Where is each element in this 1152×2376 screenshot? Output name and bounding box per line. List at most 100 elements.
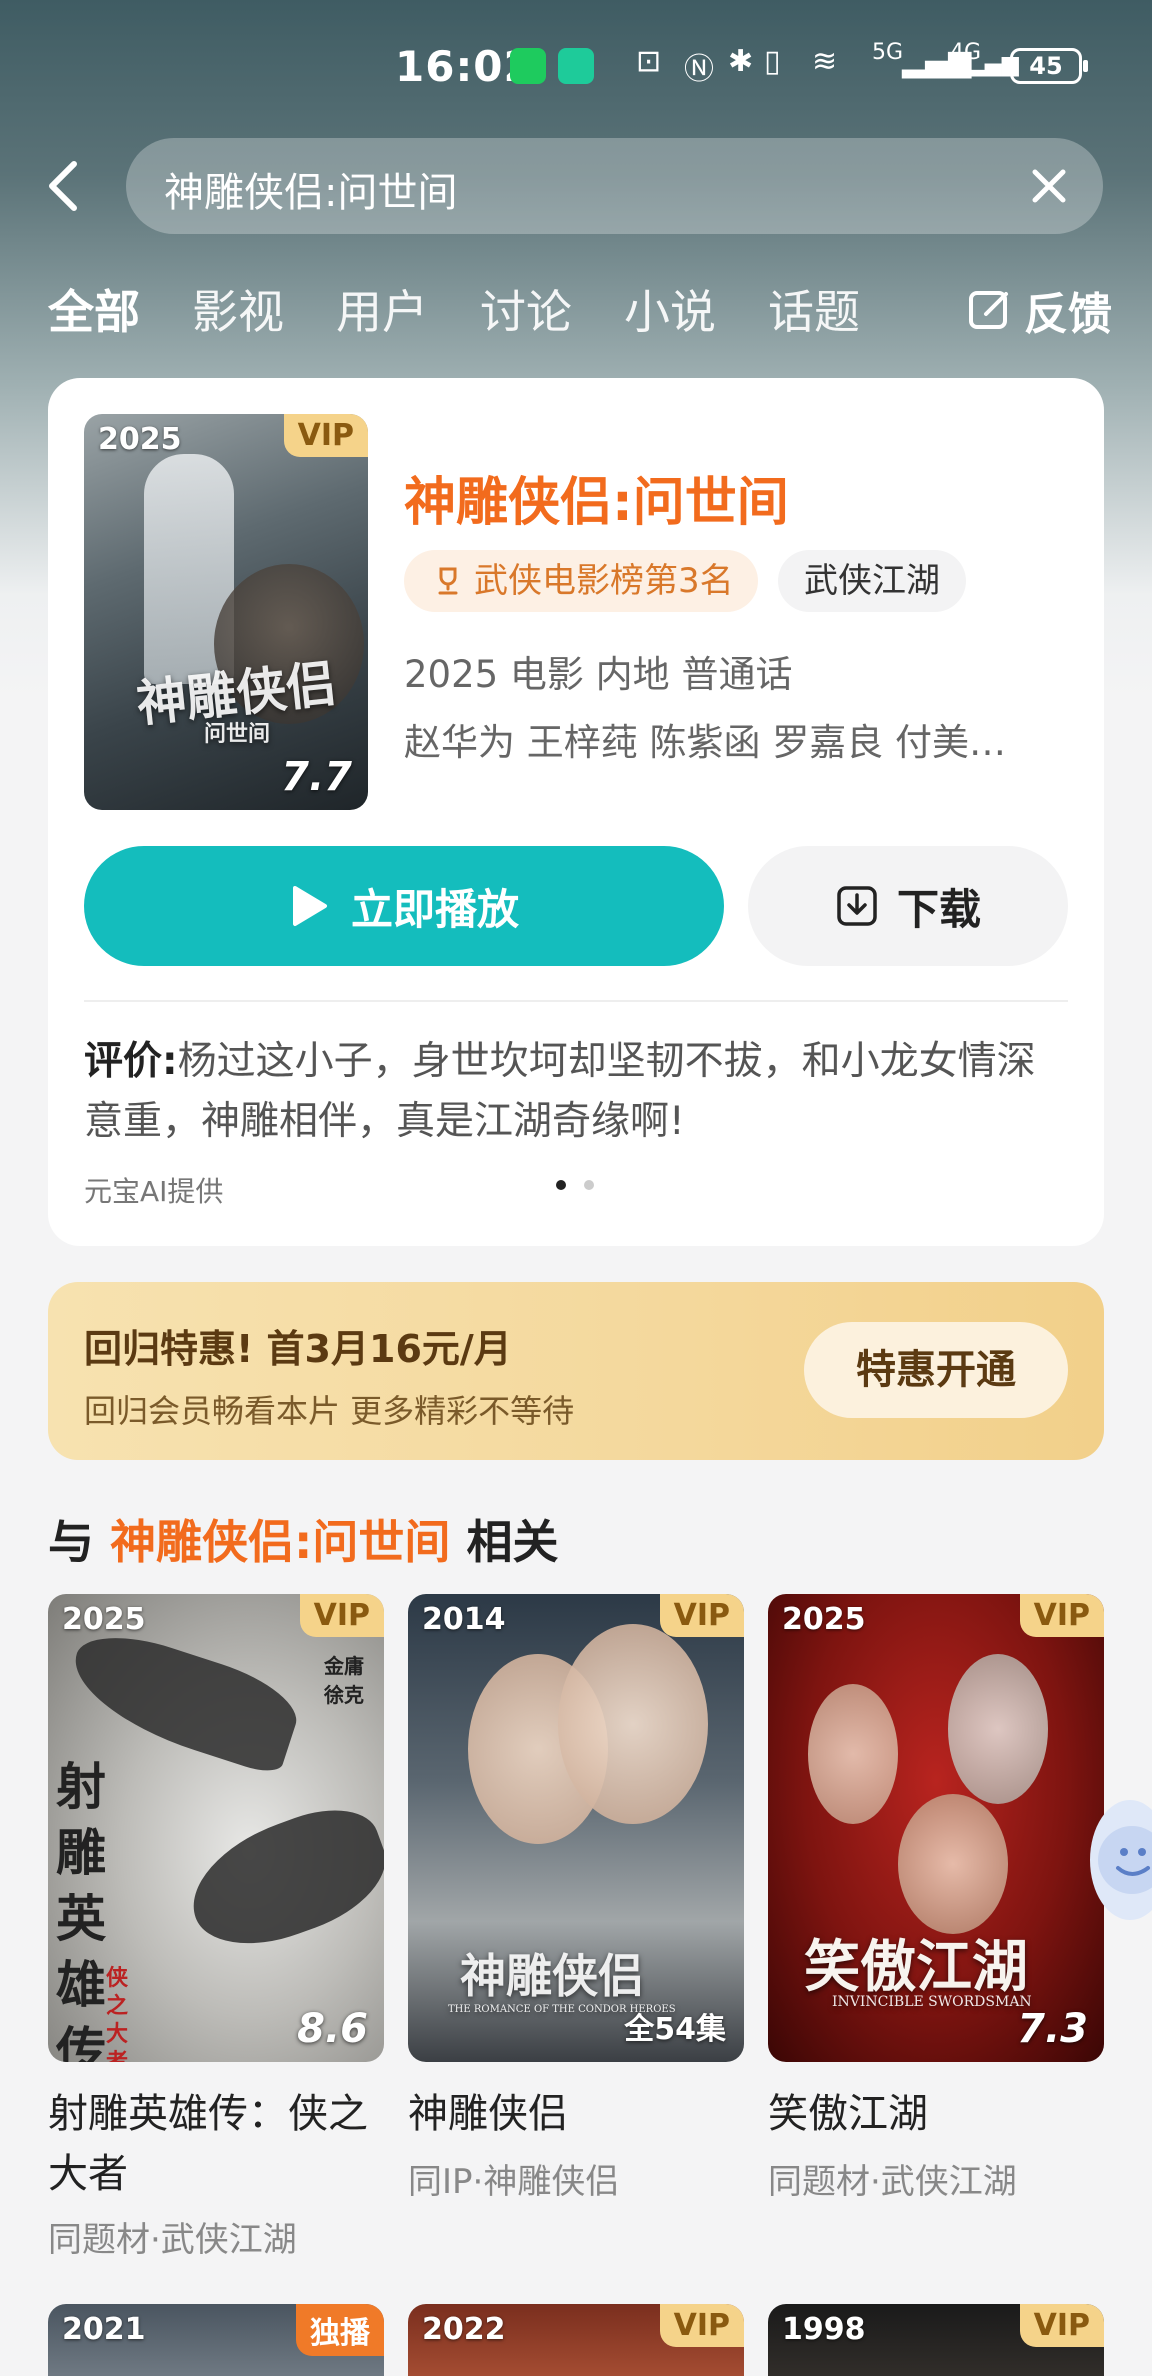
related-poster-1[interactable]: 射雕英雄传 侠之大者 金庸 徐克 2025 VIP 8.6 bbox=[48, 1594, 384, 2062]
poster-figure-3 bbox=[898, 1794, 1008, 1934]
poster-score: 7.7 bbox=[281, 754, 352, 800]
vip-badge: VIP bbox=[1019, 2304, 1104, 2347]
trophy-icon bbox=[438, 567, 458, 595]
related-section-title: 与 神雕侠侣:问世间 相关 bbox=[48, 1506, 558, 1572]
genre-tag[interactable]: 武侠江湖 bbox=[778, 550, 966, 612]
poster-year: 2021 bbox=[62, 2312, 146, 2347]
poster-year: 1998 bbox=[782, 2312, 866, 2347]
poster-face-2 bbox=[558, 1624, 708, 1824]
vip-badge: VIP bbox=[283, 414, 368, 457]
poster-episodes: 全54集 bbox=[624, 2012, 726, 2047]
tab-discussion[interactable]: 讨论 bbox=[480, 276, 572, 342]
poster-credit: 金庸 徐克 bbox=[324, 1654, 364, 1707]
play-now-button[interactable]: 立即播放 bbox=[84, 846, 724, 966]
membership-promo-banner[interactable]: 回归特惠! 首3月16元/月 回归会员畅看本片 更多精彩不等待 特惠开通 bbox=[48, 1282, 1104, 1460]
related-name-1[interactable]: 射雕英雄传：侠之 大者 bbox=[48, 2084, 388, 2204]
status-bar: 16:02 ⊡ Ⓝ ✱ ▯ ≋ 5G ▂▄▆ 4G ▂▄▆ 45 bbox=[0, 36, 1152, 96]
cast-icon: ⊡ bbox=[636, 44, 662, 79]
poster-calligraphy: 神雕侠侣 bbox=[460, 1949, 644, 2003]
signal-5g-icon: 5G bbox=[872, 40, 904, 65]
related-prefix: 与 bbox=[48, 1515, 94, 1569]
related-name-line1: 射雕英雄传：侠之 bbox=[48, 2091, 368, 2137]
related-name-2[interactable]: 神雕侠侣 bbox=[408, 2084, 568, 2144]
poster-year: 2014 bbox=[422, 1602, 506, 1637]
poster-year: 2025 bbox=[62, 1602, 146, 1637]
related-name-line2: 大者 bbox=[48, 2151, 128, 2197]
related-poster-3[interactable]: 笑傲江湖 INVINCIBLE SWORDSMAN 2025 VIP 7.3 bbox=[768, 1594, 1104, 2062]
download-label: 下载 bbox=[896, 884, 981, 934]
poster-subtitle: 问世间 bbox=[204, 721, 271, 747]
vip-badge: VIP bbox=[659, 2304, 744, 2347]
tab-users[interactable]: 用户 bbox=[336, 276, 428, 342]
vibrate-icon: ▯ bbox=[764, 44, 781, 79]
promo-subtitle: 回归会员畅看本片 更多精彩不等待 bbox=[84, 1392, 575, 1430]
result-title[interactable]: 神雕侠侣:问世间 bbox=[404, 460, 789, 535]
carousel-dot bbox=[584, 1180, 594, 1190]
related-poster-2[interactable]: 神雕侠侣 THE ROMANCE OF THE CONDOR HEROES 20… bbox=[408, 1594, 744, 2062]
related-sub-2: 同IP·神雕侠侣 bbox=[408, 2162, 620, 2202]
main-poster[interactable]: 神雕侠侣 问世间 2025 VIP 7.7 bbox=[84, 414, 368, 810]
poster-figure-1 bbox=[808, 1684, 898, 1824]
card-divider bbox=[84, 1000, 1068, 1002]
tab-video[interactable]: 影视 bbox=[192, 276, 284, 342]
result-cast: 赵华为 王梓莼 陈紫函 罗嘉良 付美… bbox=[404, 721, 1007, 764]
review-source: 元宝AI提供 bbox=[84, 1175, 224, 1208]
download-icon bbox=[837, 886, 877, 926]
clear-search-button[interactable] bbox=[1025, 162, 1073, 210]
ai-review: 评价:杨过这小子，身世坎坷却坚韧不拔，和小龙女情深意重，神雕相伴，真是江湖奇缘啊… bbox=[84, 1032, 1074, 1152]
related-sub-1: 同题材·武侠江湖 bbox=[48, 2220, 297, 2260]
poster-year: 2025 bbox=[782, 1602, 866, 1637]
download-button[interactable]: 下载 bbox=[748, 846, 1068, 966]
carousel-dots bbox=[556, 1180, 594, 1190]
vip-badge: VIP bbox=[299, 1594, 384, 1637]
chevron-left-icon bbox=[49, 161, 77, 211]
related-poster-5[interactable]: 2022 VIP bbox=[408, 2304, 744, 2376]
related-suffix: 相关 bbox=[466, 1515, 559, 1569]
poster-wing-bottom bbox=[175, 1793, 384, 1965]
promo-title: 回归特惠! 首3月16元/月 bbox=[84, 1327, 512, 1371]
floating-assistant-icon[interactable] bbox=[1090, 1800, 1152, 1920]
bluetooth-icon: ✱ bbox=[728, 44, 754, 79]
related-keyword: 神雕侠侣:问世间 bbox=[110, 1515, 451, 1569]
poster-score: 8.6 bbox=[297, 2006, 368, 2052]
tab-all[interactable]: 全部 bbox=[48, 276, 140, 342]
related-sub-3: 同题材·武侠江湖 bbox=[768, 2162, 1017, 2202]
poster-year: 2025 bbox=[98, 422, 182, 457]
main-result-card[interactable]: 神雕侠侣 问世间 2025 VIP 7.7 神雕侠侣:问世间 武侠电影榜第3名 … bbox=[48, 378, 1104, 1246]
category-tabs: 全部 影视 用户 讨论 小说 话题 反馈 bbox=[0, 272, 1152, 342]
vip-badge: VIP bbox=[659, 1594, 744, 1637]
promo-activate-button[interactable]: 特惠开通 bbox=[804, 1322, 1068, 1418]
smile-icon bbox=[1098, 1826, 1152, 1894]
wifi-icon: ≋ bbox=[812, 44, 838, 79]
edit-icon bbox=[969, 291, 1008, 329]
feedback-button[interactable]: 反馈 bbox=[968, 278, 1112, 342]
close-icon bbox=[1032, 169, 1066, 203]
poster-subtitle: 侠之大者 bbox=[106, 1965, 129, 2062]
search-input[interactable]: 神雕侠侣:问世间 bbox=[126, 138, 1103, 234]
poster-year: 2022 bbox=[422, 2312, 506, 2347]
exclusive-badge: 独播 bbox=[296, 2304, 384, 2356]
tab-novel[interactable]: 小说 bbox=[624, 276, 716, 342]
search-query-text: 神雕侠侣:问世间 bbox=[164, 170, 458, 216]
review-label: 评价: bbox=[84, 1039, 178, 1084]
poster-figure-2 bbox=[948, 1654, 1048, 1804]
carousel-dot-active bbox=[556, 1180, 566, 1190]
nfc-icon: Ⓝ bbox=[684, 52, 714, 87]
play-now-label: 立即播放 bbox=[350, 884, 519, 934]
feedback-label: 反馈 bbox=[1024, 289, 1112, 340]
app-notification-icon bbox=[558, 48, 594, 84]
battery-indicator: 45 bbox=[1010, 48, 1088, 84]
related-name-3[interactable]: 笑傲江湖 bbox=[768, 2084, 928, 2144]
review-text: 杨过这小子，身世坎坷却坚韧不拔，和小龙女情深意重，神雕相伴，真是江湖奇缘啊! bbox=[84, 1039, 1036, 1144]
poster-score: 7.3 bbox=[1017, 2006, 1088, 2052]
result-meta: 2025 电影 内地 普通话 bbox=[404, 653, 793, 696]
vip-badge: VIP bbox=[1019, 1594, 1104, 1637]
related-poster-6[interactable]: 1998 VIP bbox=[768, 2304, 1104, 2376]
related-poster-4[interactable]: 2021 独播 bbox=[48, 2304, 384, 2376]
back-button[interactable] bbox=[40, 158, 88, 214]
tab-topic[interactable]: 话题 bbox=[768, 276, 860, 342]
rank-tag[interactable]: 武侠电影榜第3名 bbox=[404, 550, 758, 612]
play-icon bbox=[292, 886, 327, 926]
poster-calligraphy: 笑傲江湖 bbox=[804, 1934, 1028, 2000]
poster-en-title: INVINCIBLE SWORDSMAN bbox=[832, 1994, 1032, 2010]
